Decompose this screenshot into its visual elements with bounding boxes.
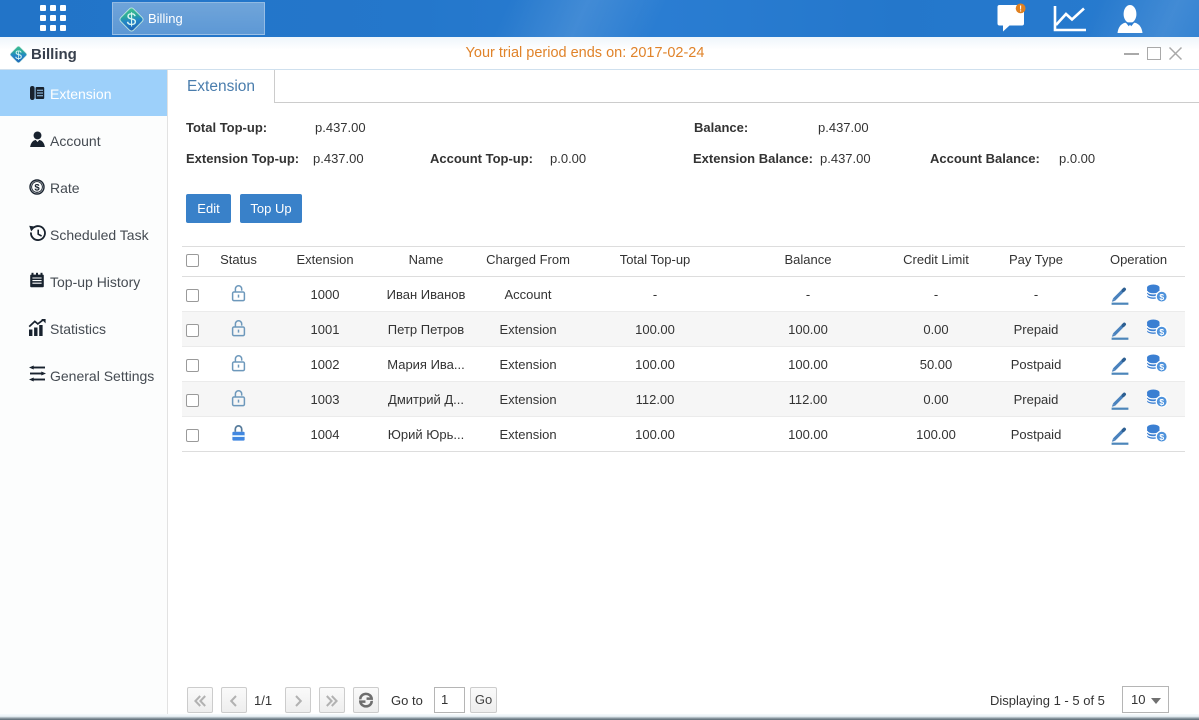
svg-text:$: $ [15,48,22,62]
svg-text:$: $ [34,183,40,194]
svg-text:$: $ [1159,327,1164,337]
svg-text:$: $ [1159,397,1164,407]
svg-text:$: $ [1159,362,1164,372]
svg-text:$: $ [1159,432,1164,442]
svg-text:$: $ [127,10,137,30]
svg-text:!: ! [1019,5,1022,14]
svg-text:$: $ [1159,292,1164,302]
